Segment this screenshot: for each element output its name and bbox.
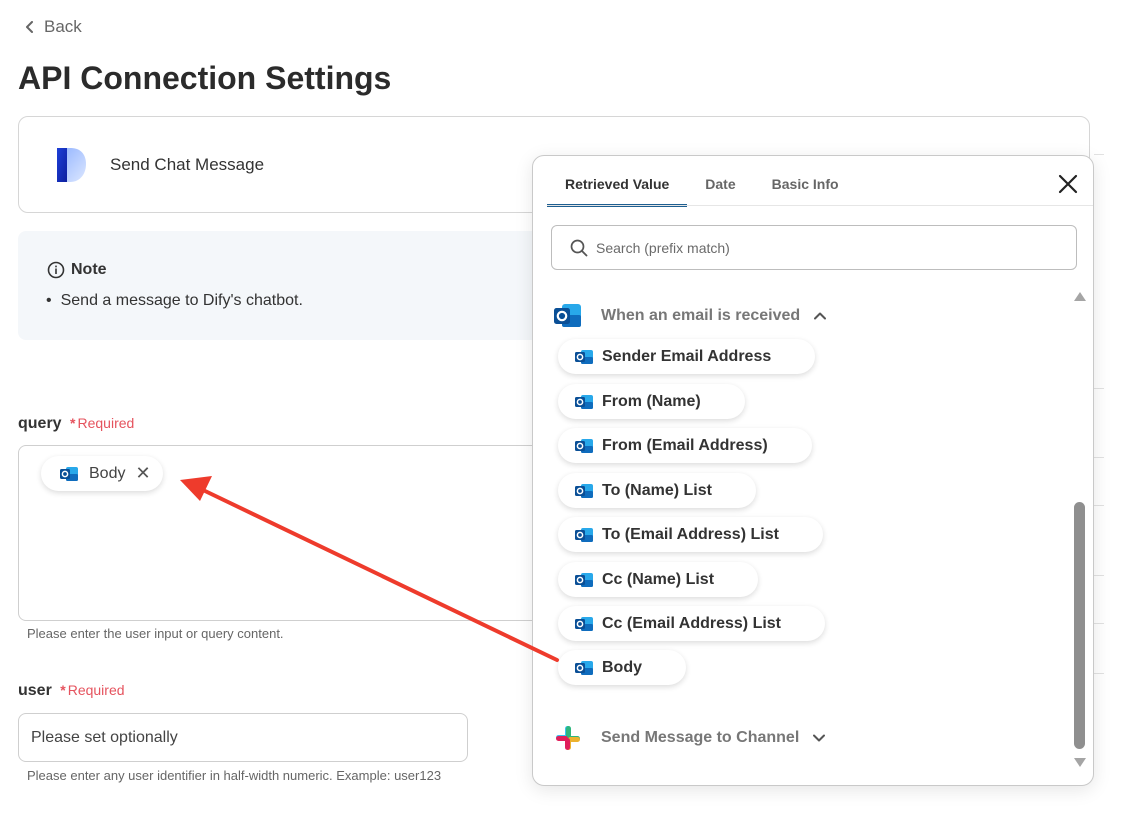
info-icon	[47, 261, 65, 279]
tab-basic-info[interactable]: Basic Info	[754, 171, 857, 207]
option-label: From (Name)	[602, 392, 701, 410]
outlook-icon	[575, 349, 593, 364]
popup-tabs: Retrieved Value Date Basic Info	[547, 171, 857, 207]
tab-date[interactable]: Date	[687, 171, 753, 207]
option-label: Cc (Name) List	[602, 570, 715, 588]
outlook-icon	[575, 483, 593, 498]
chevron-down-icon	[813, 734, 826, 742]
required-badge: * Required	[70, 415, 135, 431]
slack-icon	[556, 726, 580, 750]
tab-retrieved-value[interactable]: Retrieved Value	[547, 171, 688, 207]
group-label: When an email is received	[601, 307, 801, 324]
group-when-email-received[interactable]: When an email is received	[553, 301, 827, 331]
chevron-up-icon	[814, 312, 827, 320]
option-from-name[interactable]: From (Name)	[558, 384, 745, 419]
group-send-message-to-channel[interactable]: Send Message to Channel	[553, 723, 826, 753]
option-label: Body	[602, 658, 642, 676]
option-from-email-address[interactable]: From (Email Address)	[558, 428, 812, 463]
outlook-icon	[575, 438, 593, 453]
search-icon	[570, 239, 588, 256]
option-body[interactable]: Body	[558, 650, 686, 685]
outlook-icon	[575, 394, 593, 409]
close-icon[interactable]	[1057, 173, 1079, 195]
outlook-icon	[60, 466, 78, 481]
divider	[1094, 623, 1104, 624]
user-label: user * Required	[18, 682, 125, 700]
scrollbar-thumb[interactable]	[1074, 502, 1085, 749]
divider	[1094, 388, 1104, 389]
dify-logo-icon	[57, 148, 86, 182]
user-help-text: Please enter any user identifier in half…	[27, 768, 442, 783]
divider	[1094, 505, 1104, 506]
required-badge: * Required	[60, 682, 125, 698]
tabs-divider	[547, 205, 1093, 206]
chevron-left-icon	[26, 21, 33, 33]
option-label: To (Name) List	[602, 481, 712, 499]
divider	[1094, 154, 1104, 155]
note-heading: Note	[47, 261, 107, 279]
required-text: Required	[77, 415, 135, 431]
app-name: Send Chat Message	[110, 155, 265, 174]
outlook-icon	[554, 304, 581, 327]
outlook-icon	[575, 572, 593, 587]
scroll-up-arrow[interactable]	[1074, 292, 1086, 301]
query-help-text: Please enter the user input or query con…	[27, 626, 284, 641]
option-label: Sender Email Address	[602, 347, 772, 365]
divider	[1094, 457, 1104, 458]
option-to-email-address-list[interactable]: To (Email Address) List	[558, 517, 823, 552]
body-chip[interactable]: Body ✕	[41, 456, 163, 491]
user-field[interactable]	[18, 713, 468, 762]
note-title: Note	[71, 261, 107, 278]
body-chip-label: Body	[89, 464, 126, 482]
user-label-text: user	[18, 682, 52, 699]
required-text: Required	[67, 682, 125, 698]
group-label: Send Message to Channel	[601, 729, 800, 746]
value-picker-popup: Retrieved Value Date Basic Info When an …	[532, 155, 1094, 786]
option-to-name-list[interactable]: To (Name) List	[558, 473, 756, 508]
divider	[1094, 673, 1104, 674]
outlook-icon	[575, 660, 593, 675]
query-label-text: query	[18, 415, 62, 432]
divider	[1094, 575, 1104, 576]
outlook-icon	[575, 527, 593, 542]
back-link[interactable]: Back	[24, 17, 82, 37]
page-title: API Connection Settings	[18, 60, 392, 96]
option-label: Cc (Email Address) List	[602, 614, 782, 632]
remove-chip-icon[interactable]: ✕	[135, 463, 150, 484]
note-text: Send a message to Dify's chatbot.	[46, 292, 303, 310]
scroll-down-arrow[interactable]	[1074, 758, 1086, 767]
option-label: From (Email Address)	[602, 436, 768, 454]
search-box[interactable]	[551, 225, 1077, 270]
option-cc-email-address-list[interactable]: Cc (Email Address) List	[558, 606, 826, 641]
option-cc-name-list[interactable]: Cc (Name) List	[558, 562, 759, 597]
query-label: query * Required	[18, 415, 134, 433]
search-input[interactable]	[596, 239, 1036, 256]
option-sender-email-address[interactable]: Sender Email Address	[558, 339, 816, 374]
option-label: To (Email Address) List	[602, 525, 779, 543]
back-label: Back	[44, 17, 82, 36]
outlook-icon	[575, 616, 593, 631]
